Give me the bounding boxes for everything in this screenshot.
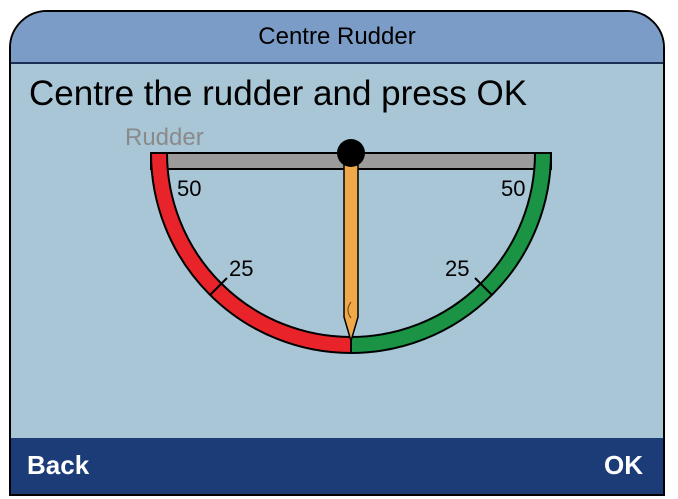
port-50-label: 50 [177,176,201,201]
starboard-50-label: 50 [501,176,525,201]
back-button[interactable]: Back [27,450,89,481]
rudder-label: Rudder [125,124,204,151]
starboard-25-label: 25 [445,256,469,281]
ok-button[interactable]: OK [604,450,643,481]
rudder-gauge: Rudder 50 25 50 25 [125,124,553,355]
softkey-bar: Back OK [11,438,663,494]
port-25-label: 25 [229,256,253,281]
needle-pivot [337,139,365,167]
dialog-frame: Centre Rudder Centre the rudder and pres… [9,10,665,496]
